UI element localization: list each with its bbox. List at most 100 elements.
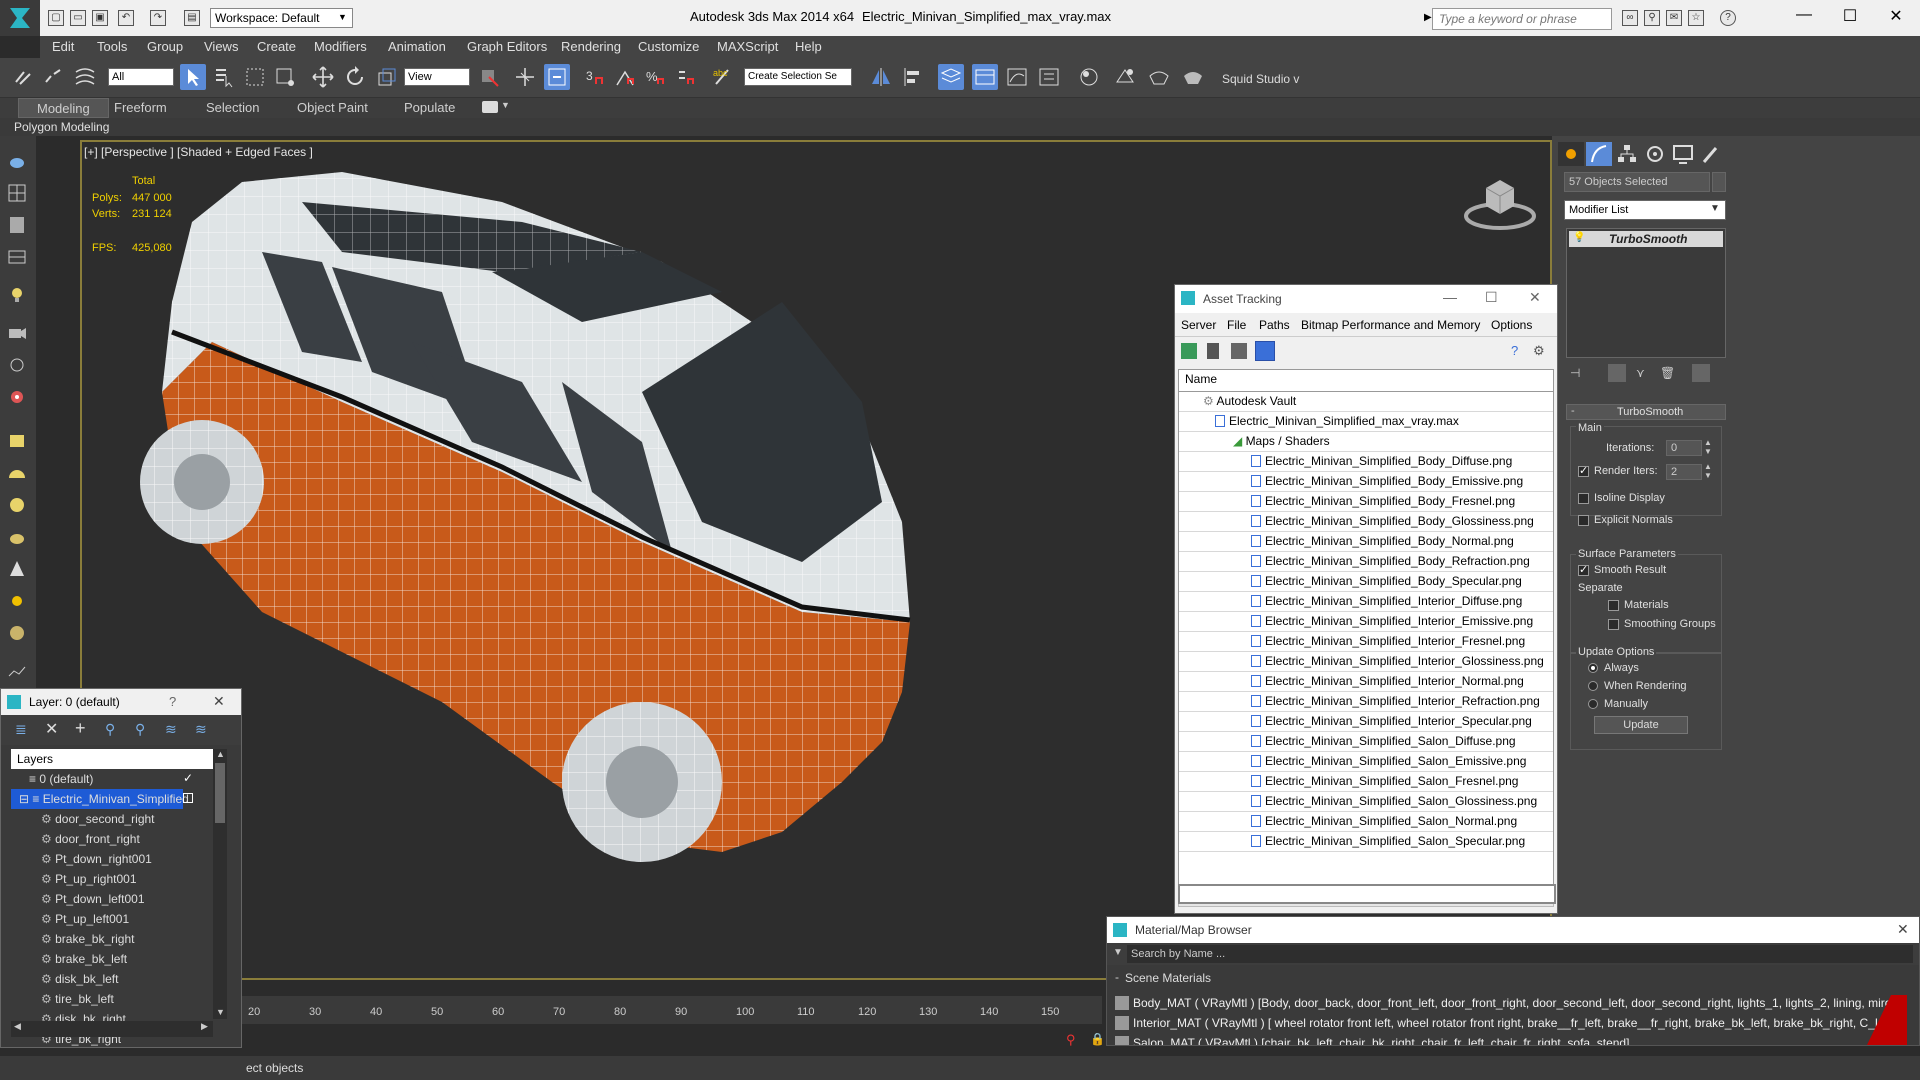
turbosmooth-rollout-header[interactable]: - TurboSmooth	[1566, 404, 1726, 420]
iterations-spinner-arrows-icon[interactable]: ▲ ▼	[1704, 438, 1712, 456]
save-icon[interactable]: ▣	[92, 10, 108, 26]
select-object-icon[interactable]	[180, 64, 206, 90]
freeze-unfreeze-all-icon[interactable]: ≋	[195, 721, 207, 738]
layer-manager-icon[interactable]	[938, 64, 964, 90]
settings-icon[interactable]: ⚙	[1533, 343, 1545, 359]
modifier-list-dropdown[interactable]: Modifier List	[1564, 200, 1726, 220]
list-item-map[interactable]: Electric_Minivan_Simplified_Salon_Normal…	[1179, 812, 1553, 832]
search-icon[interactable]: ⚲	[1644, 10, 1660, 26]
menu-maxscript[interactable]: MAXScript	[717, 39, 778, 54]
list-item-map[interactable]: Electric_Minivan_Simplified_Salon_Diffus…	[1179, 732, 1553, 752]
list-item-map[interactable]: Electric_Minivan_Simplified_Interior_Emi…	[1179, 612, 1553, 632]
tab-populate[interactable]: Populate	[404, 100, 455, 115]
material-row[interactable]: Body_MAT ( VRayMtl ) [Body, door_back, d…	[1115, 993, 1907, 1013]
select-objects-in-layer-icon[interactable]: ⚲	[105, 721, 115, 738]
display-tab-icon[interactable]	[1670, 142, 1696, 166]
chevron-down-icon[interactable]: ▼	[501, 100, 510, 110]
box-primitive-icon[interactable]	[6, 430, 28, 452]
chevron-down-icon[interactable]: ▼	[1710, 203, 1720, 214]
delete-layer-icon[interactable]: ✕	[45, 719, 58, 739]
group-collapse-icon[interactable]: -	[1115, 970, 1119, 984]
list-item-max-file[interactable]: Electric_Minivan_Simplified_max_vray.max	[1179, 412, 1553, 432]
scrollbar-thumb[interactable]	[215, 763, 225, 823]
material-editor-icon[interactable]	[1076, 64, 1102, 90]
object-color-swatch[interactable]	[1712, 172, 1726, 192]
update-button[interactable]: Update	[1594, 716, 1688, 734]
rendered-frame-window-icon[interactable]	[1146, 64, 1172, 90]
list-item-map[interactable]: Electric_Minivan_Simplified_Interior_Nor…	[1179, 672, 1553, 692]
layout-grid-icon[interactable]	[6, 246, 28, 268]
material-search-input[interactable]: Search by Name ...	[1127, 945, 1913, 963]
unlink-icon[interactable]	[40, 64, 66, 90]
maximize-window-icon[interactable]: ☐	[1832, 6, 1868, 28]
viewcube-icon[interactable]	[1462, 172, 1538, 236]
thumbnail-view-icon[interactable]	[1231, 343, 1247, 359]
menu-modifiers[interactable]: Modifiers	[314, 39, 367, 54]
column-header-name[interactable]: Name	[1179, 370, 1553, 392]
make-current-checkbox[interactable]	[183, 793, 193, 803]
layer-horizontal-scrollbar[interactable]: ◀ ▶	[11, 1021, 213, 1037]
make-unique-icon[interactable]: ⋎	[1636, 366, 1645, 380]
mirror-icon[interactable]	[868, 64, 894, 90]
help-icon[interactable]: ?	[1511, 343, 1518, 358]
cone-icon[interactable]	[6, 558, 28, 580]
list-item-map[interactable]: Electric_Minivan_Simplified_Interior_Fre…	[1179, 632, 1553, 652]
ribbon-options-icon[interactable]	[482, 101, 498, 113]
link-icon[interactable]	[10, 64, 36, 90]
keyboard-shortcut-override-icon[interactable]	[544, 64, 570, 90]
menu-file[interactable]: File	[1227, 318, 1246, 332]
polygon-modeling-label[interactable]: Polygon Modeling	[14, 120, 109, 134]
list-item-map[interactable]: Electric_Minivan_Simplified_Interior_Spe…	[1179, 712, 1553, 732]
layer-window-help[interactable]: ?	[169, 694, 176, 709]
list-item-map[interactable]: Electric_Minivan_Simplified_Body_Emissiv…	[1179, 472, 1553, 492]
stack-item-turbosmooth[interactable]: 💡 TurboSmooth	[1569, 231, 1723, 247]
scroll-down-icon[interactable]: ▼	[216, 1007, 225, 1017]
selection-name-field[interactable]: 57 Objects Selected	[1564, 172, 1710, 192]
layer-object-item[interactable]: ⚙ door_second_right	[11, 809, 211, 829]
list-item-maps-folder[interactable]: ◢ Maps / Shaders	[1179, 432, 1553, 452]
layer-object-item[interactable]: ⚙ disk_bk_left	[11, 969, 211, 989]
graphite-modeling-tools-icon[interactable]	[972, 64, 998, 90]
rotate-icon[interactable]	[342, 64, 368, 90]
spinner-snap-icon[interactable]	[672, 64, 698, 90]
scroll-left-icon[interactable]: ◀	[14, 1021, 21, 1032]
space-warp-icon[interactable]	[6, 386, 28, 408]
list-item-map[interactable]: Electric_Minivan_Simplified_Body_Normal.…	[1179, 532, 1553, 552]
layer-object-item[interactable]: ⚙ brake_bk_right	[11, 929, 211, 949]
curve-editor-icon[interactable]	[1004, 64, 1030, 90]
motion-tab-icon[interactable]	[1642, 142, 1668, 166]
tab-object-paint[interactable]: Object Paint	[297, 100, 368, 115]
list-item-map[interactable]: Electric_Minivan_Simplified_Body_Diffuse…	[1179, 452, 1553, 472]
favorites-star-icon[interactable]: ☆	[1688, 10, 1704, 26]
layers-column-header[interactable]: Layers	[11, 749, 213, 769]
menu-options[interactable]: Options	[1491, 318, 1532, 332]
render-iters-spinner[interactable]: 2	[1666, 464, 1702, 480]
layer-object-item[interactable]: ⚙ brake_bk_left	[11, 949, 211, 969]
hierarchy-tab-icon[interactable]	[1614, 142, 1640, 166]
open-file-icon[interactable]: ▭	[70, 10, 86, 26]
list-item-map[interactable]: Electric_Minivan_Simplified_Interior_Dif…	[1179, 592, 1553, 612]
modify-tab-icon[interactable]	[1586, 142, 1612, 166]
select-by-name-icon[interactable]	[210, 64, 236, 90]
viewport-grid-icon[interactable]	[6, 182, 28, 204]
create-tab-icon[interactable]	[1558, 142, 1584, 166]
menu-help[interactable]: Help	[795, 39, 822, 54]
layer-object-item[interactable]: ⚙ tire_bk_left	[11, 989, 211, 1009]
menu-group[interactable]: Group	[147, 39, 183, 54]
menu-rendering[interactable]: Rendering	[561, 39, 621, 54]
pin-stack-icon[interactable]: ⊣	[1570, 366, 1580, 380]
helper-icon[interactable]	[6, 354, 28, 376]
refresh-icon[interactable]	[1181, 343, 1197, 359]
list-item-vault[interactable]: ⚙ Autodesk Vault	[1179, 392, 1553, 412]
layer-object-item[interactable]: ⚙ Pt_down_right001	[11, 849, 211, 869]
list-item-map[interactable]: Electric_Minivan_Simplified_Salon_Fresne…	[1179, 772, 1553, 792]
create-layer-icon[interactable]: ≣	[15, 721, 27, 738]
percent-snap-icon[interactable]: %	[642, 64, 668, 90]
angle-snap-icon[interactable]	[612, 64, 638, 90]
list-item-map[interactable]: Electric_Minivan_Simplified_Salon_Emissi…	[1179, 752, 1553, 772]
list-item-map[interactable]: Electric_Minivan_Simplified_Interior_Ref…	[1179, 692, 1553, 712]
minimize-icon[interactable]: —	[1443, 289, 1457, 305]
asset-path-field[interactable]	[1178, 884, 1556, 904]
menu-customize[interactable]: Customize	[638, 39, 699, 54]
list-item-map[interactable]: Electric_Minivan_Simplified_Interior_Glo…	[1179, 652, 1553, 672]
